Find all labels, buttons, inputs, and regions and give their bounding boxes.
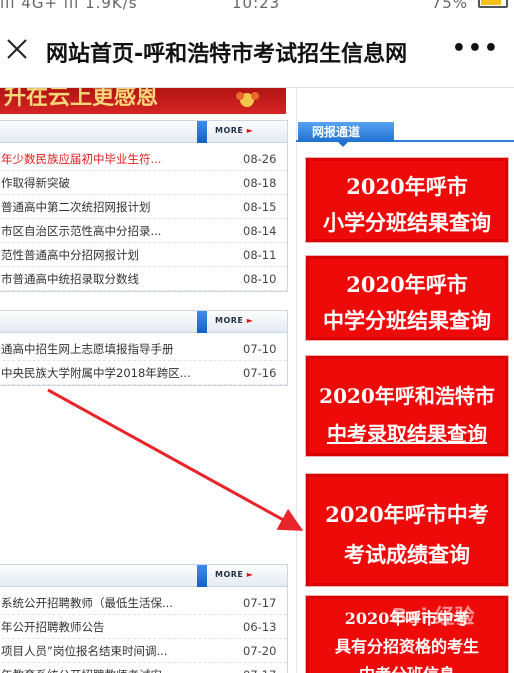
page-content: 升在云上更感恩 MORE ► 年少数民族应届初中毕业生符... 08-26 作取得… — [0, 88, 514, 673]
middle-class-result-button[interactable]: 2020年呼市 中学分班结果查询 — [305, 255, 509, 341]
panel-header: MORE ► — [0, 121, 287, 143]
list-item[interactable]: 市区自治区示范性高中分招录... 08-14 — [0, 219, 287, 243]
browser-title-bar: 网站首页-呼和浩特市考试招生信息网 ••• — [0, 14, 514, 88]
news-panel-recruitment: MORE ► 系统公开招聘教师（最低生活保... 07-17 年公开招聘教师公告 0… — [0, 564, 288, 673]
news-panel-notices: MORE ► 年少数民族应届初中毕业生符... 08-26 作取得新突破 08-18… — [0, 120, 288, 292]
sidebar-tab-bar: 网报通道 — [296, 122, 514, 147]
news-panel-guides: MORE ► 通高中招生网上志愿填报指导手册 07-10 中央民族大学附属中学20… — [0, 310, 288, 386]
more-link[interactable]: MORE ► — [215, 126, 253, 135]
list-item[interactable]: 市普通高中统招录取分数线 08-10 — [0, 267, 287, 291]
panel-header: MORE ► — [0, 565, 287, 587]
list-item[interactable]: 项目人员”岗位报名结束时间调... 07-20 — [0, 639, 287, 663]
list-item[interactable]: 普通高中第二次统招网报计划 08-15 — [0, 195, 287, 219]
more-link[interactable]: MORE ► — [215, 570, 253, 579]
signal-indicator: ııı 4G+ ııı 1.9K/s — [0, 0, 138, 12]
status-bar: ııı 4G+ ııı 1.9K/s 10:23 75% — [0, 0, 514, 14]
list-item[interactable]: 年少数民族应届初中毕业生符... 08-26 — [0, 147, 287, 171]
list-item[interactable]: 中央民族大学附属中学2018年跨区... 07-16 — [0, 361, 287, 385]
more-link[interactable]: MORE ► — [215, 316, 253, 325]
list-item[interactable]: 通高中招生网上志愿填报指导手册 07-10 — [0, 337, 287, 361]
panel-header: MORE ► — [0, 311, 287, 333]
tab-online-registration[interactable]: 网报通道 — [298, 122, 394, 147]
page-title: 网站首页-呼和浩特市考试招生信息网 — [46, 42, 408, 67]
list-item[interactable]: 系统公开招聘教师（最低生活保... 07-17 — [0, 591, 287, 615]
primary-class-result-button[interactable]: 2020年呼市 小学分班结果查询 — [305, 157, 509, 243]
sidebar: 网报通道 2020年呼市 小学分班结果查询 2020年呼市 中学分班结果查询 2… — [296, 88, 514, 673]
admission-result-button[interactable]: 2020年呼和浩特市 中考录取结果查询 — [305, 355, 509, 457]
list-item[interactable]: 年教育系统公开招聘教师考试安...07-17 — [0, 663, 287, 673]
list-item[interactable]: 范性普通高中分招网报计划 08-11 — [0, 243, 287, 267]
more-options-icon[interactable]: ••• — [452, 38, 500, 60]
close-icon[interactable] — [6, 38, 28, 60]
battery-icon — [478, 0, 508, 8]
decoration-icon — [236, 92, 259, 107]
watermark: Bai 经验 — [392, 604, 475, 628]
exam-score-button[interactable]: 2020年呼市中考 考试成绩查询 — [305, 473, 509, 587]
list-item[interactable]: 年公开招聘教师公告 06-13 — [0, 615, 287, 639]
status-time: 10:23 — [232, 0, 281, 12]
battery-level: 75% — [431, 0, 468, 12]
list-item[interactable]: 作取得新突破 08-18 — [0, 171, 287, 195]
header-banner: 升在云上更感恩 — [0, 88, 286, 114]
banner-text: 升在云上更感恩 — [4, 88, 159, 110]
